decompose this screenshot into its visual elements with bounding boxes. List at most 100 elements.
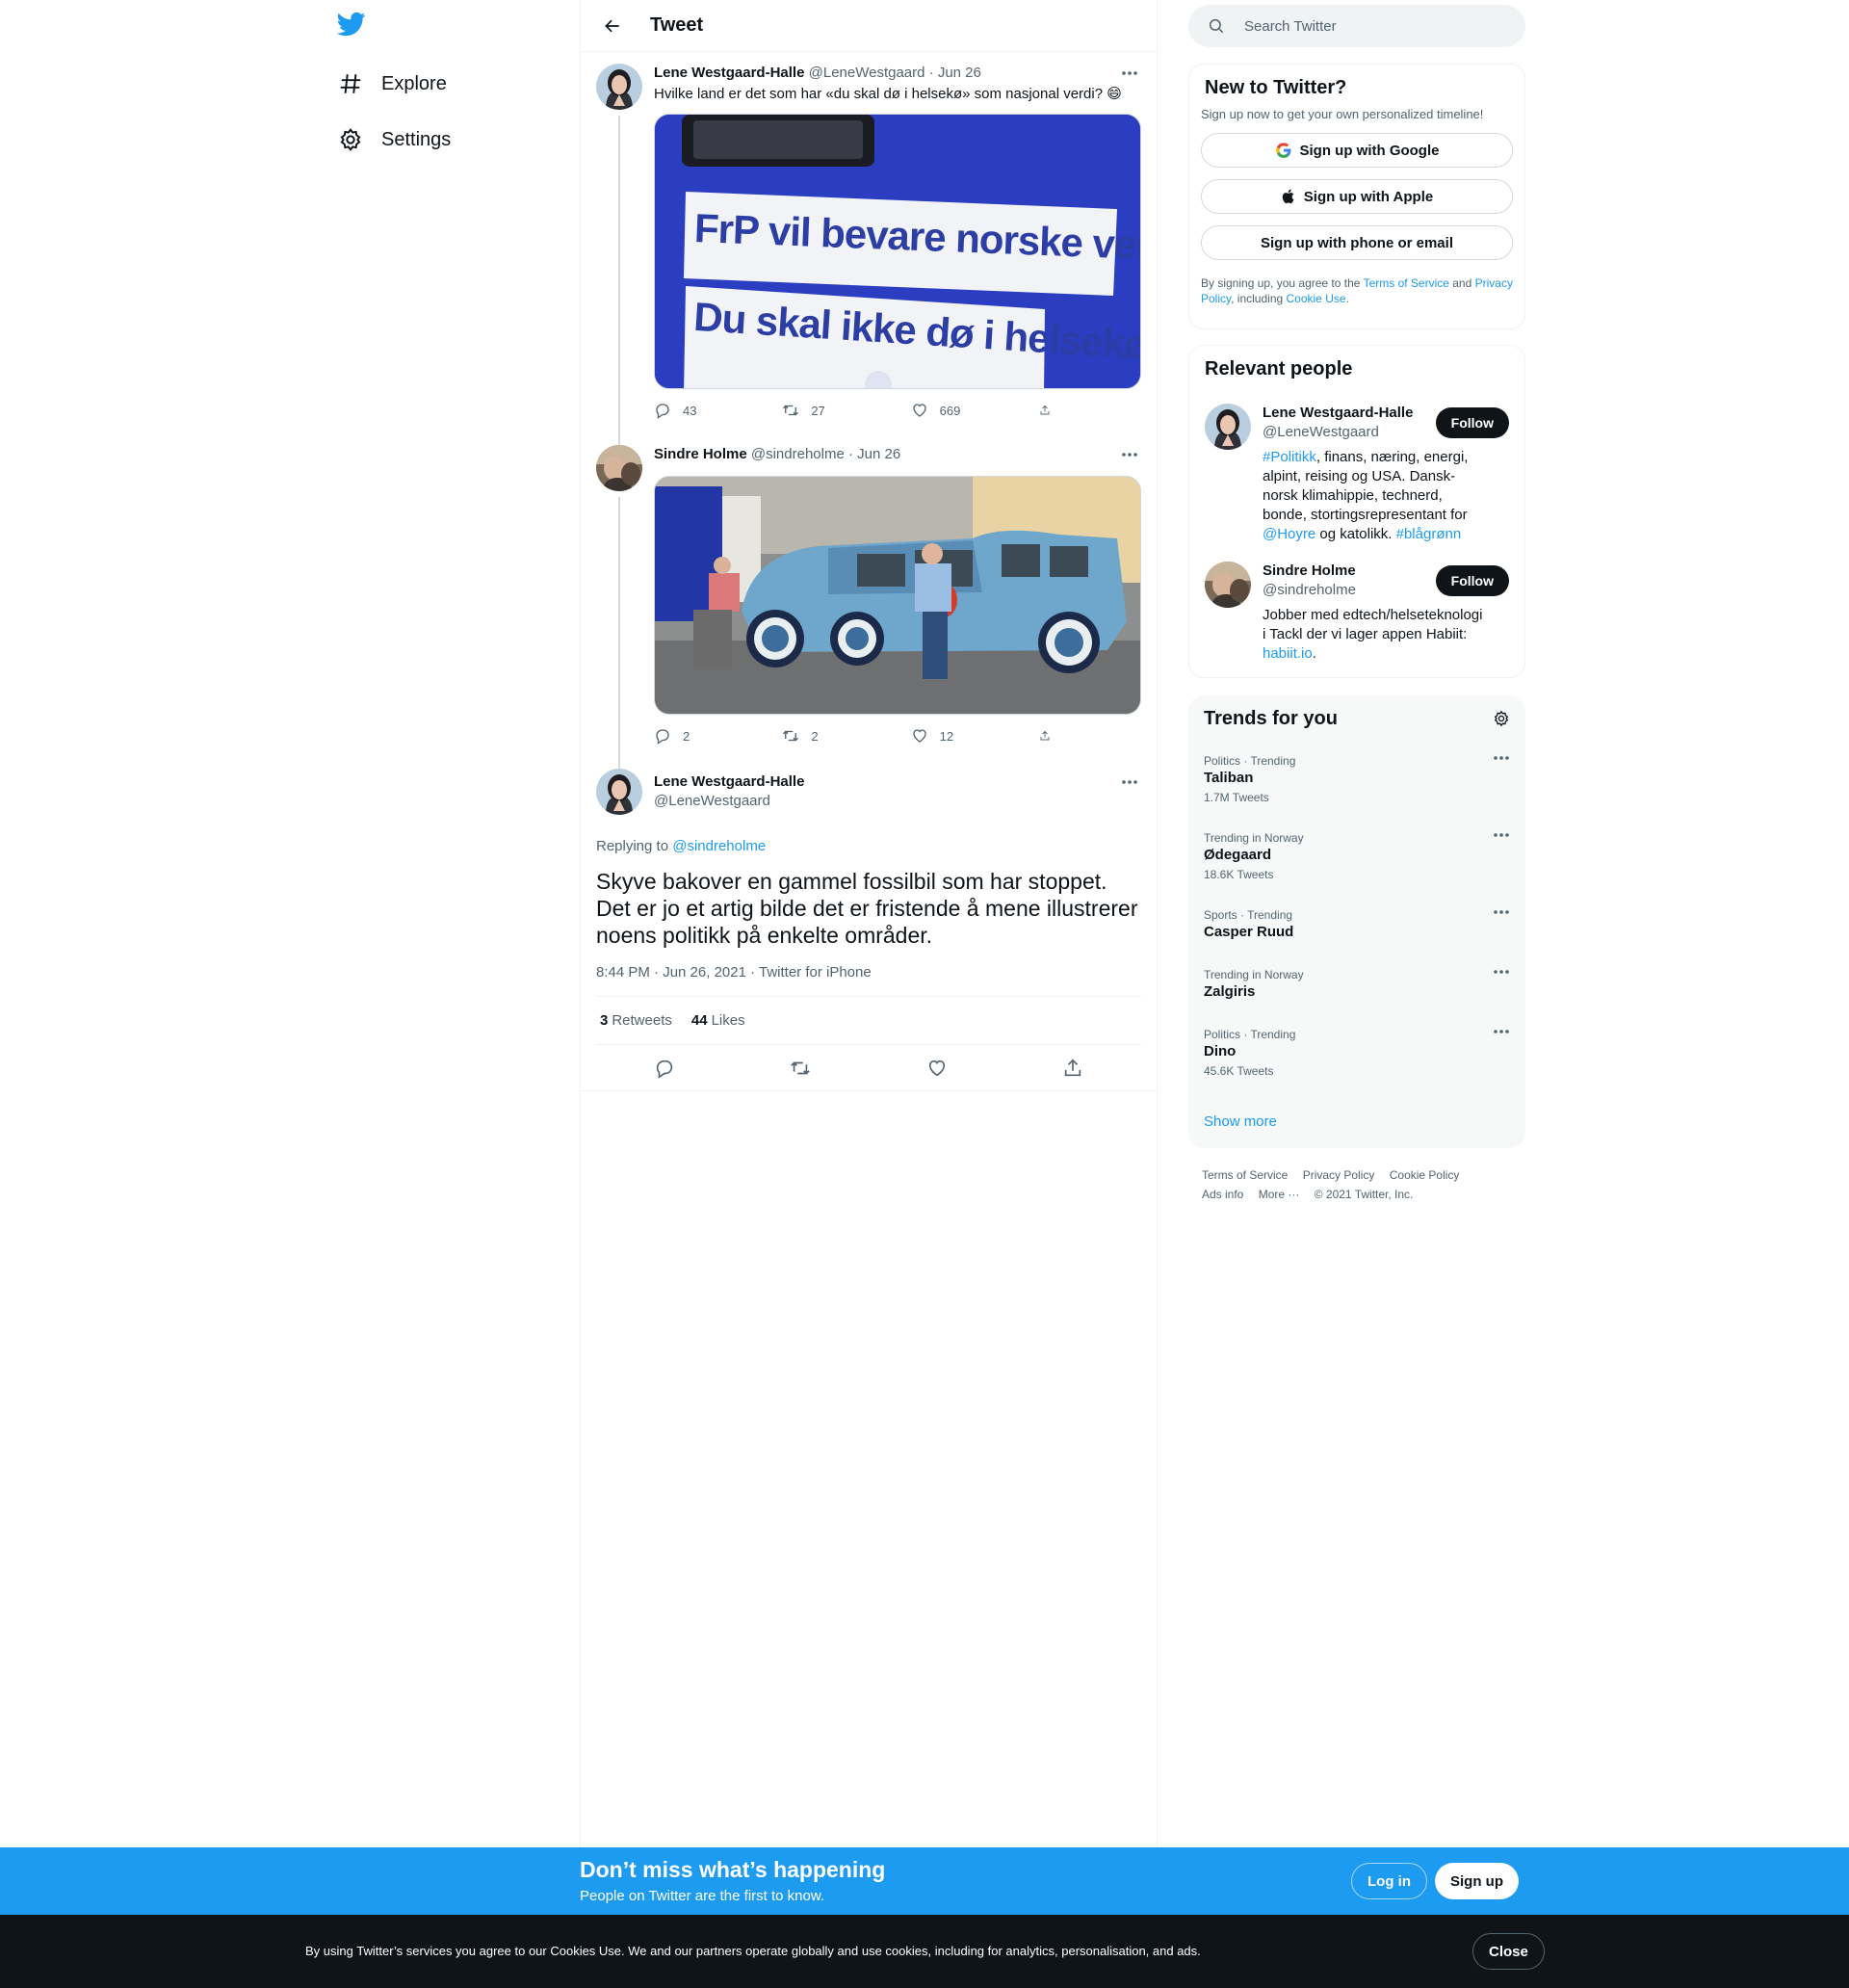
thread-tweet-1[interactable]: Lene Westgaard-Halle @LeneWestgaard · Ju… bbox=[581, 52, 1157, 449]
footer-links: Terms of Service Privacy Policy Cookie P… bbox=[1202, 1165, 1510, 1204]
avatar[interactable] bbox=[1205, 562, 1251, 608]
share-icon bbox=[1040, 730, 1050, 741]
likes-label: Likes bbox=[711, 1012, 745, 1029]
author-name[interactable]: Sindre Holme bbox=[654, 446, 747, 462]
signup-title: New to Twitter? bbox=[1205, 77, 1347, 98]
footer-privacy-link[interactable]: Privacy Policy bbox=[1303, 1168, 1375, 1182]
tweet-date[interactable]: · Jun 26 bbox=[848, 446, 900, 462]
more-options-icon[interactable] bbox=[1493, 755, 1510, 761]
more-options-icon[interactable] bbox=[1118, 772, 1141, 792]
person-item[interactable]: Follow Sindre Holme @sindreholme Jobber … bbox=[1205, 562, 1509, 664]
replying-to-link[interactable]: @sindreholme bbox=[672, 838, 766, 854]
hashtag-link[interactable]: #Politikk bbox=[1263, 449, 1316, 465]
nav-settings[interactable]: Settings bbox=[337, 118, 451, 162]
show-more-link[interactable]: Show more bbox=[1204, 1113, 1277, 1130]
relevant-people-card: Relevant people Follow Lene Westgaard-Ha… bbox=[1188, 345, 1525, 678]
bio-link[interactable]: habiit.io bbox=[1263, 645, 1313, 662]
signup-button[interactable]: Sign up bbox=[1435, 1863, 1519, 1899]
trend-count: 1.7M Tweets bbox=[1204, 791, 1269, 804]
share-icon bbox=[1040, 405, 1050, 415]
login-button[interactable]: Log in bbox=[1351, 1863, 1427, 1899]
signup-phone-label: Sign up with phone or email bbox=[1260, 234, 1453, 251]
follow-button[interactable]: Follow bbox=[1435, 407, 1509, 438]
trend-context: Trending in Norway bbox=[1204, 831, 1304, 845]
retweet-icon[interactable] bbox=[790, 1058, 811, 1079]
author-handle[interactable]: @sindreholme bbox=[751, 446, 845, 462]
author-handle[interactable]: @LeneWestgaard bbox=[654, 792, 1141, 811]
retweet-button[interactable]: 27 bbox=[782, 402, 878, 419]
retweets-count: 3 bbox=[600, 1012, 609, 1029]
trend-item[interactable]: Politics · Trending Dino 45.6K Tweets bbox=[1204, 1027, 1510, 1079]
retweets-stat[interactable]: 3 Retweets bbox=[600, 1012, 672, 1029]
avatar[interactable] bbox=[596, 769, 642, 815]
follow-button[interactable]: Follow bbox=[1435, 565, 1509, 596]
tweet-date[interactable]: · Jun 26 bbox=[929, 65, 981, 81]
author-name[interactable]: Lene Westgaard-Halle bbox=[654, 65, 804, 81]
tweet-image[interactable] bbox=[654, 476, 1141, 715]
footer-terms-link[interactable]: Terms of Service bbox=[1202, 1168, 1288, 1182]
hashtag-link[interactable]: #blågrønn bbox=[1396, 526, 1462, 542]
cookie-use-link[interactable]: Cookie Use bbox=[1287, 292, 1346, 305]
signup-google-button[interactable]: Sign up with Google bbox=[1201, 133, 1513, 168]
reply-icon[interactable] bbox=[654, 1058, 675, 1079]
author-handle[interactable]: @LeneWestgaard bbox=[809, 65, 925, 81]
signup-google-label: Sign up with Google bbox=[1299, 142, 1440, 159]
thread-tweet-2[interactable]: Sindre Holme @sindreholme · Jun 26 2 2 1… bbox=[581, 433, 1157, 774]
trend-item[interactable]: Sports · Trending Casper Ruud bbox=[1204, 907, 1510, 942]
more-options-icon[interactable] bbox=[1118, 64, 1141, 83]
likes-stat[interactable]: 44 Likes bbox=[691, 1012, 745, 1029]
heart-icon[interactable] bbox=[926, 1058, 948, 1079]
footer-more-link[interactable]: More ··· bbox=[1259, 1188, 1300, 1201]
signup-apple-button[interactable]: Sign up with Apple bbox=[1201, 179, 1513, 214]
terms-link[interactable]: Terms of Service bbox=[1364, 276, 1449, 290]
author-name[interactable]: Lene Westgaard-Halle bbox=[654, 772, 1141, 792]
reply-button[interactable]: 43 bbox=[654, 402, 750, 419]
gear-icon[interactable] bbox=[1493, 710, 1510, 727]
signup-legal: By signing up, you agree to the Terms of… bbox=[1201, 275, 1513, 306]
tweet-actions: 43 27 669 bbox=[654, 401, 1062, 420]
retweet-button[interactable]: 2 bbox=[782, 727, 878, 745]
twitter-logo-icon[interactable] bbox=[337, 10, 372, 44]
back-button[interactable] bbox=[596, 10, 629, 42]
tweet-header: Sindre Holme @sindreholme · Jun 26 bbox=[654, 445, 1141, 464]
more-options-icon[interactable] bbox=[1118, 445, 1141, 464]
trend-name: Casper Ruud bbox=[1204, 924, 1294, 940]
more-options-icon[interactable] bbox=[1493, 832, 1510, 838]
trend-name: Taliban bbox=[1204, 770, 1254, 786]
reply-button[interactable]: 2 bbox=[654, 727, 750, 745]
trend-item[interactable]: Trending in Norway Zalgiris bbox=[1204, 967, 1510, 1002]
tweet-text: Skyve bakover en gammel fossilbil som ha… bbox=[596, 869, 1138, 948]
avatar[interactable] bbox=[596, 445, 642, 491]
page-title: Tweet bbox=[650, 14, 704, 36]
nav-explore[interactable]: Explore bbox=[337, 62, 447, 106]
trend-item[interactable]: Politics · Trending Taliban 1.7M Tweets bbox=[1204, 753, 1510, 805]
focused-tweet: Lene Westgaard-Halle @LeneWestgaard Repl… bbox=[581, 759, 1157, 1091]
more-options-icon[interactable] bbox=[1493, 909, 1510, 915]
like-count: 12 bbox=[939, 728, 954, 744]
mention-link[interactable]: @Hoyre bbox=[1263, 526, 1315, 542]
avatar[interactable] bbox=[1205, 404, 1251, 450]
close-button[interactable]: Close bbox=[1472, 1933, 1545, 1970]
person-item[interactable]: Follow Lene Westgaard-Halle @LeneWestgaa… bbox=[1205, 404, 1509, 544]
search-box[interactable] bbox=[1188, 5, 1525, 47]
footer-ads-link[interactable]: Ads info bbox=[1202, 1188, 1243, 1201]
tweet-timestamp[interactable]: 8:44 PM · Jun 26, 2021 · Twitter for iPh… bbox=[596, 964, 1141, 997]
trend-name: Dino bbox=[1204, 1043, 1237, 1059]
like-button[interactable]: 669 bbox=[911, 402, 1007, 419]
person-bio: #Politikk, finans, næring, energi, alpin… bbox=[1263, 448, 1486, 544]
tweet-image[interactable]: FrP vil bevare norske verdier Du skal ik… bbox=[654, 114, 1141, 389]
more-options-icon[interactable] bbox=[1493, 969, 1510, 975]
bio-text: og katolikk. bbox=[1315, 526, 1396, 542]
share-button[interactable] bbox=[1039, 402, 1062, 419]
like-button[interactable]: 12 bbox=[911, 727, 1007, 745]
trend-item[interactable]: Trending in Norway Ødegaard 18.6K Tweets bbox=[1204, 830, 1510, 882]
avatar[interactable] bbox=[596, 64, 642, 110]
search-input[interactable] bbox=[1244, 17, 1495, 35]
more-options-icon[interactable] bbox=[1493, 1029, 1510, 1034]
main-column: Tweet Lene Westgaard-Halle @LeneWestgaar… bbox=[580, 0, 1158, 1847]
signup-phone-button[interactable]: Sign up with phone or email bbox=[1201, 225, 1513, 260]
share-button[interactable] bbox=[1039, 727, 1062, 745]
footer-cookie-link[interactable]: Cookie Policy bbox=[1390, 1168, 1460, 1182]
share-icon[interactable] bbox=[1062, 1058, 1083, 1079]
hashtag-icon bbox=[337, 70, 364, 97]
